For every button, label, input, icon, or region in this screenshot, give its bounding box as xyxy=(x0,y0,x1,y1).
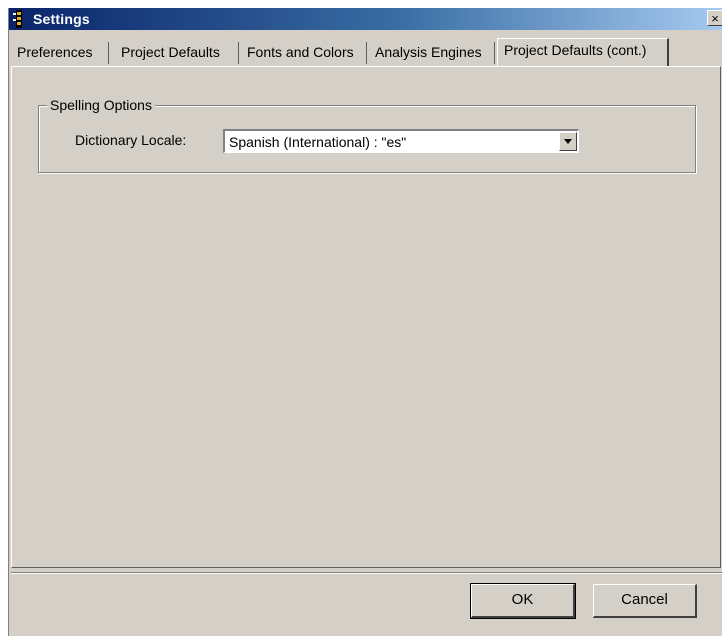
footer-divider xyxy=(11,572,722,574)
window-title: Settings xyxy=(33,11,90,27)
tab-fonts-and-colors[interactable]: Fonts and Colors xyxy=(241,42,367,64)
tab-strip: Preferences Project Defaults Fonts and C… xyxy=(11,36,722,66)
cancel-button[interactable]: Cancel xyxy=(593,584,697,618)
tab-panel: Spelling Options Dictionary Locale: Span… xyxy=(11,66,721,568)
tab-preferences[interactable]: Preferences xyxy=(11,42,109,64)
ok-button[interactable]: OK xyxy=(470,583,576,619)
tab-analysis-engines[interactable]: Analysis Engines xyxy=(369,42,495,64)
dictionary-locale-label: Dictionary Locale: xyxy=(75,132,187,148)
title-bar[interactable]: Settings × xyxy=(9,8,722,30)
settings-dialog: Settings × Preferences Project Defaults … xyxy=(8,8,722,636)
dictionary-locale-select[interactable]: Spanish (International) : "es" xyxy=(223,129,579,153)
spelling-options-label: Spelling Options xyxy=(47,97,155,113)
tab-project-defaults[interactable]: Project Defaults xyxy=(115,42,239,64)
settings-app-icon xyxy=(13,10,25,28)
tab-project-defaults-cont[interactable]: Project Defaults (cont.) xyxy=(497,38,669,66)
dictionary-locale-value: Spanish (International) : "es" xyxy=(229,134,407,150)
spelling-options-group: Spelling Options Dictionary Locale: Span… xyxy=(38,97,696,173)
close-icon[interactable]: × xyxy=(707,10,722,26)
chevron-down-icon[interactable] xyxy=(559,132,577,151)
